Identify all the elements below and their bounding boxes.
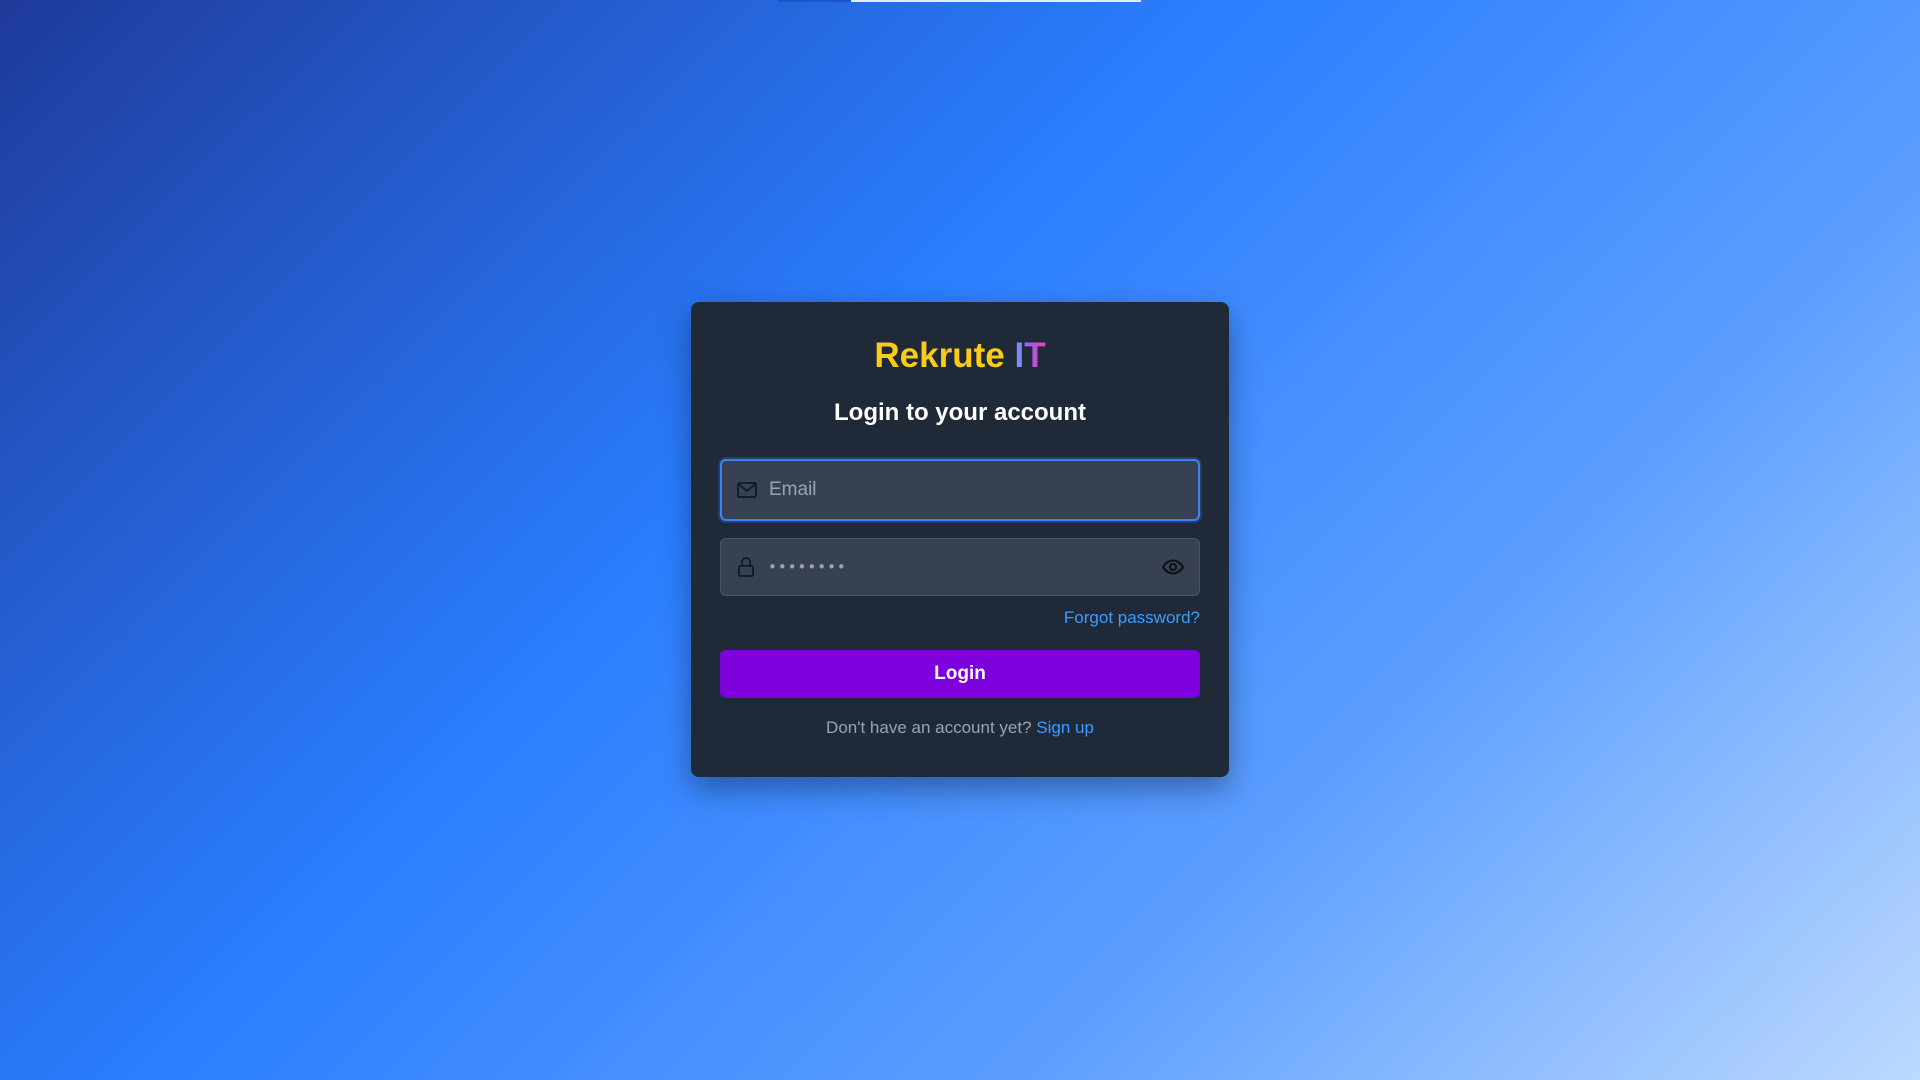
signup-link[interactable]: Sign up [1036,718,1094,737]
email-field-wrapper [720,459,1200,521]
top-progress-fill [778,0,851,2]
brand-logo: Rekrute IT [720,332,1200,380]
login-card: Rekrute IT Login to your account •••••••… [691,302,1229,777]
password-field-wrapper: •••••••• [720,538,1200,596]
eye-icon[interactable] [1159,553,1187,581]
forgot-password-row: Forgot password? [720,606,1200,630]
mail-icon [734,477,760,503]
password-input[interactable]: •••••••• [768,558,1159,576]
login-button[interactable]: Login [720,650,1200,698]
signup-prompt: Don't have an account yet? [826,718,1032,737]
top-progress-bar [778,0,1141,2]
lock-icon [733,554,759,580]
brand-name-accent: IT [1014,336,1046,375]
forgot-password-link[interactable]: Forgot password? [1064,608,1200,627]
page-title: Login to your account [834,399,1086,426]
signup-row: Don't have an account yet? Sign up [720,716,1200,740]
brand-name-main: Rekrute [874,336,1005,375]
email-input[interactable] [769,461,1198,519]
